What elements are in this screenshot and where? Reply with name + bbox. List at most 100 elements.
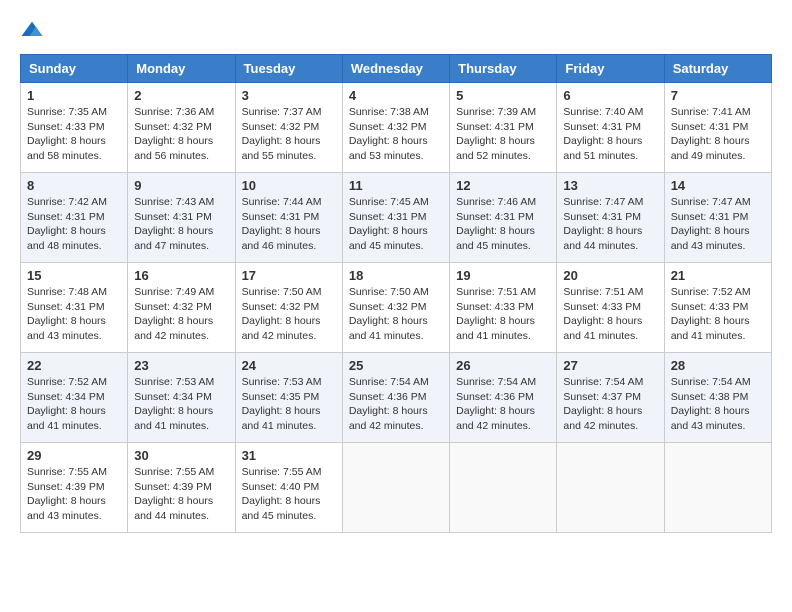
day-info: Sunrise: 7:46 AMSunset: 4:31 PMDaylight:… — [456, 196, 536, 252]
day-number: 24 — [242, 358, 336, 373]
day-info: Sunrise: 7:54 AMSunset: 4:36 PMDaylight:… — [456, 376, 536, 432]
day-number: 14 — [671, 178, 765, 193]
calendar-day-cell: 8 Sunrise: 7:42 AMSunset: 4:31 PMDayligh… — [21, 173, 128, 263]
calendar-day-cell: 31 Sunrise: 7:55 AMSunset: 4:40 PMDaylig… — [235, 443, 342, 533]
calendar-day-cell: 18 Sunrise: 7:50 AMSunset: 4:32 PMDaylig… — [342, 263, 449, 353]
day-number: 16 — [134, 268, 228, 283]
calendar-day-cell: 15 Sunrise: 7:48 AMSunset: 4:31 PMDaylig… — [21, 263, 128, 353]
day-info: Sunrise: 7:53 AMSunset: 4:35 PMDaylight:… — [242, 376, 322, 432]
weekday-header: Sunday — [21, 55, 128, 83]
day-number: 23 — [134, 358, 228, 373]
calendar-day-cell: 9 Sunrise: 7:43 AMSunset: 4:31 PMDayligh… — [128, 173, 235, 263]
calendar-week-row: 15 Sunrise: 7:48 AMSunset: 4:31 PMDaylig… — [21, 263, 772, 353]
calendar-day-cell: 12 Sunrise: 7:46 AMSunset: 4:31 PMDaylig… — [450, 173, 557, 263]
calendar-day-cell: 10 Sunrise: 7:44 AMSunset: 4:31 PMDaylig… — [235, 173, 342, 263]
calendar-day-cell: 28 Sunrise: 7:54 AMSunset: 4:38 PMDaylig… — [664, 353, 771, 443]
calendar-day-cell: 26 Sunrise: 7:54 AMSunset: 4:36 PMDaylig… — [450, 353, 557, 443]
calendar-day-cell — [342, 443, 449, 533]
day-info: Sunrise: 7:44 AMSunset: 4:31 PMDaylight:… — [242, 196, 322, 252]
day-number: 13 — [563, 178, 657, 193]
calendar-day-cell: 20 Sunrise: 7:51 AMSunset: 4:33 PMDaylig… — [557, 263, 664, 353]
day-info: Sunrise: 7:53 AMSunset: 4:34 PMDaylight:… — [134, 376, 214, 432]
day-info: Sunrise: 7:36 AMSunset: 4:32 PMDaylight:… — [134, 106, 214, 162]
day-number: 15 — [27, 268, 121, 283]
day-number: 12 — [456, 178, 550, 193]
day-info: Sunrise: 7:50 AMSunset: 4:32 PMDaylight:… — [242, 286, 322, 342]
day-number: 22 — [27, 358, 121, 373]
day-info: Sunrise: 7:41 AMSunset: 4:31 PMDaylight:… — [671, 106, 751, 162]
calendar-week-row: 8 Sunrise: 7:42 AMSunset: 4:31 PMDayligh… — [21, 173, 772, 263]
day-number: 28 — [671, 358, 765, 373]
calendar-week-row: 22 Sunrise: 7:52 AMSunset: 4:34 PMDaylig… — [21, 353, 772, 443]
day-number: 29 — [27, 448, 121, 463]
day-number: 21 — [671, 268, 765, 283]
logo-icon — [20, 20, 44, 44]
calendar-day-cell: 3 Sunrise: 7:37 AMSunset: 4:32 PMDayligh… — [235, 83, 342, 173]
day-number: 19 — [456, 268, 550, 283]
day-number: 25 — [349, 358, 443, 373]
calendar-day-cell: 6 Sunrise: 7:40 AMSunset: 4:31 PMDayligh… — [557, 83, 664, 173]
day-info: Sunrise: 7:54 AMSunset: 4:37 PMDaylight:… — [563, 376, 643, 432]
calendar-week-row: 29 Sunrise: 7:55 AMSunset: 4:39 PMDaylig… — [21, 443, 772, 533]
weekday-header: Tuesday — [235, 55, 342, 83]
calendar-day-cell: 17 Sunrise: 7:50 AMSunset: 4:32 PMDaylig… — [235, 263, 342, 353]
calendar-day-cell: 22 Sunrise: 7:52 AMSunset: 4:34 PMDaylig… — [21, 353, 128, 443]
day-info: Sunrise: 7:42 AMSunset: 4:31 PMDaylight:… — [27, 196, 107, 252]
day-number: 10 — [242, 178, 336, 193]
calendar-day-cell: 23 Sunrise: 7:53 AMSunset: 4:34 PMDaylig… — [128, 353, 235, 443]
day-number: 3 — [242, 88, 336, 103]
calendar-day-cell — [664, 443, 771, 533]
day-info: Sunrise: 7:51 AMSunset: 4:33 PMDaylight:… — [563, 286, 643, 342]
day-number: 6 — [563, 88, 657, 103]
day-number: 7 — [671, 88, 765, 103]
day-info: Sunrise: 7:55 AMSunset: 4:39 PMDaylight:… — [134, 466, 214, 522]
logo — [20, 20, 48, 44]
day-number: 17 — [242, 268, 336, 283]
day-number: 30 — [134, 448, 228, 463]
day-info: Sunrise: 7:54 AMSunset: 4:38 PMDaylight:… — [671, 376, 751, 432]
day-info: Sunrise: 7:35 AMSunset: 4:33 PMDaylight:… — [27, 106, 107, 162]
calendar-day-cell: 7 Sunrise: 7:41 AMSunset: 4:31 PMDayligh… — [664, 83, 771, 173]
day-info: Sunrise: 7:47 AMSunset: 4:31 PMDaylight:… — [671, 196, 751, 252]
weekday-header: Friday — [557, 55, 664, 83]
day-info: Sunrise: 7:54 AMSunset: 4:36 PMDaylight:… — [349, 376, 429, 432]
day-info: Sunrise: 7:47 AMSunset: 4:31 PMDaylight:… — [563, 196, 643, 252]
calendar-header-row: SundayMondayTuesdayWednesdayThursdayFrid… — [21, 55, 772, 83]
calendar-day-cell — [450, 443, 557, 533]
weekday-header: Monday — [128, 55, 235, 83]
day-info: Sunrise: 7:43 AMSunset: 4:31 PMDaylight:… — [134, 196, 214, 252]
weekday-header: Wednesday — [342, 55, 449, 83]
day-number: 8 — [27, 178, 121, 193]
calendar-week-row: 1 Sunrise: 7:35 AMSunset: 4:33 PMDayligh… — [21, 83, 772, 173]
calendar-day-cell: 5 Sunrise: 7:39 AMSunset: 4:31 PMDayligh… — [450, 83, 557, 173]
day-info: Sunrise: 7:49 AMSunset: 4:32 PMDaylight:… — [134, 286, 214, 342]
calendar-day-cell: 24 Sunrise: 7:53 AMSunset: 4:35 PMDaylig… — [235, 353, 342, 443]
day-number: 9 — [134, 178, 228, 193]
day-number: 18 — [349, 268, 443, 283]
day-info: Sunrise: 7:51 AMSunset: 4:33 PMDaylight:… — [456, 286, 536, 342]
calendar-day-cell: 14 Sunrise: 7:47 AMSunset: 4:31 PMDaylig… — [664, 173, 771, 263]
calendar-day-cell: 29 Sunrise: 7:55 AMSunset: 4:39 PMDaylig… — [21, 443, 128, 533]
day-number: 31 — [242, 448, 336, 463]
day-info: Sunrise: 7:52 AMSunset: 4:33 PMDaylight:… — [671, 286, 751, 342]
day-info: Sunrise: 7:37 AMSunset: 4:32 PMDaylight:… — [242, 106, 322, 162]
day-info: Sunrise: 7:38 AMSunset: 4:32 PMDaylight:… — [349, 106, 429, 162]
day-info: Sunrise: 7:50 AMSunset: 4:32 PMDaylight:… — [349, 286, 429, 342]
weekday-header: Thursday — [450, 55, 557, 83]
day-info: Sunrise: 7:45 AMSunset: 4:31 PMDaylight:… — [349, 196, 429, 252]
day-info: Sunrise: 7:48 AMSunset: 4:31 PMDaylight:… — [27, 286, 107, 342]
day-info: Sunrise: 7:55 AMSunset: 4:40 PMDaylight:… — [242, 466, 322, 522]
day-info: Sunrise: 7:52 AMSunset: 4:34 PMDaylight:… — [27, 376, 107, 432]
page-header — [20, 20, 772, 44]
day-number: 5 — [456, 88, 550, 103]
calendar-day-cell: 4 Sunrise: 7:38 AMSunset: 4:32 PMDayligh… — [342, 83, 449, 173]
calendar-day-cell: 21 Sunrise: 7:52 AMSunset: 4:33 PMDaylig… — [664, 263, 771, 353]
calendar-day-cell: 11 Sunrise: 7:45 AMSunset: 4:31 PMDaylig… — [342, 173, 449, 263]
day-number: 20 — [563, 268, 657, 283]
calendar-day-cell: 27 Sunrise: 7:54 AMSunset: 4:37 PMDaylig… — [557, 353, 664, 443]
calendar-day-cell: 2 Sunrise: 7:36 AMSunset: 4:32 PMDayligh… — [128, 83, 235, 173]
day-number: 11 — [349, 178, 443, 193]
day-number: 27 — [563, 358, 657, 373]
calendar-table: SundayMondayTuesdayWednesdayThursdayFrid… — [20, 54, 772, 533]
day-number: 4 — [349, 88, 443, 103]
